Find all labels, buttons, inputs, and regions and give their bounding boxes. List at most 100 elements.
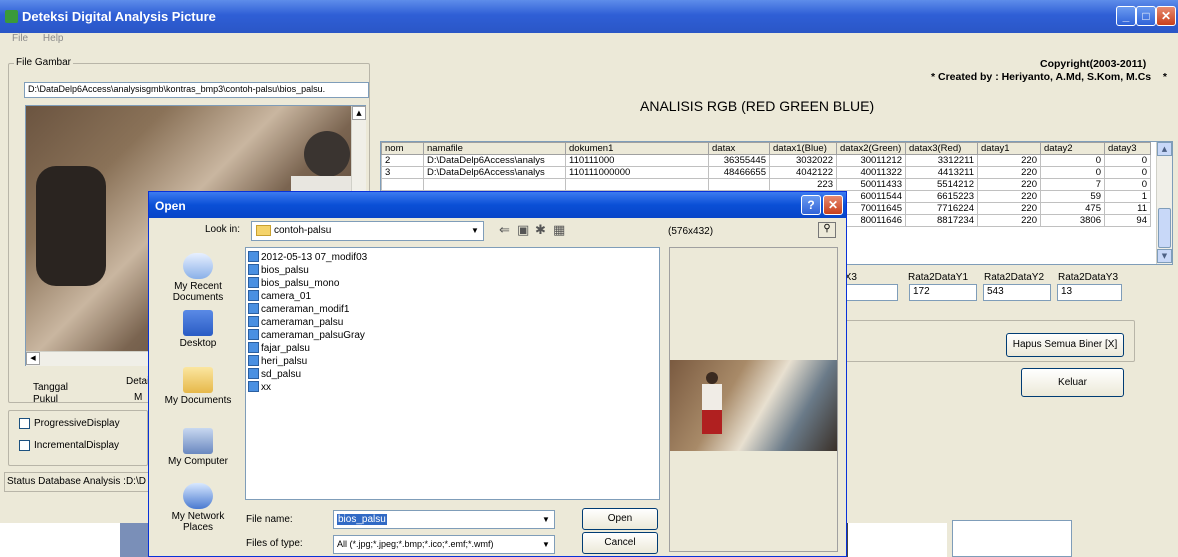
list-item[interactable]: cameraman_palsuGray: [248, 329, 365, 341]
place-my-network-places[interactable]: My Network Places: [161, 483, 235, 533]
table-row[interactable]: 2 D:\DataDelp6Access\analys 110111000 36…: [381, 154, 1151, 167]
help-button[interactable]: ?: [801, 195, 821, 215]
list-item[interactable]: cameraman_palsu: [248, 316, 343, 328]
list-item[interactable]: bios_palsu_mono: [248, 277, 339, 289]
image-file-icon: [248, 251, 259, 262]
place-my-recent-documents[interactable]: My Recent Documents: [161, 253, 235, 303]
title-bar: Deteksi Digital Analysis Picture _ □ ✕: [0, 0, 1178, 33]
grid-header-cell[interactable]: datay3: [1104, 142, 1151, 155]
file-name: camera_01: [261, 291, 312, 302]
progressive-label: ProgressiveDisplay: [34, 418, 120, 429]
chevron-down-icon[interactable]: ▼: [467, 222, 483, 240]
table-cell: 59: [1040, 190, 1105, 203]
place-label: My Documents: [164, 395, 232, 406]
file-name: xx: [261, 382, 271, 393]
menu-help[interactable]: Help: [43, 33, 64, 44]
filetype-select[interactable]: All (*.jpg;*.jpeg;*.bmp;*.ico;*.emf;*.wm…: [333, 535, 555, 554]
table-cell: 220: [977, 178, 1041, 191]
rata2datay3-field[interactable]: 13: [1057, 284, 1122, 301]
table-cell: 220: [977, 202, 1041, 215]
table-cell: 0: [1040, 154, 1105, 167]
bottom-right-panel: [952, 520, 1072, 557]
list-item[interactable]: fajar_palsu: [248, 342, 310, 354]
menu-file[interactable]: File: [12, 33, 28, 44]
chevron-down-icon[interactable]: ▼: [538, 511, 554, 528]
place-my-computer[interactable]: My Computer: [161, 428, 235, 467]
file-path-field[interactable]: D:\DataDelp6Access\analysisgmb\kontras_b…: [24, 82, 369, 98]
table-cell: 110111000: [565, 154, 709, 167]
table-cell: 220: [977, 190, 1041, 203]
file-list[interactable]: 2012-05-13 07_modif03 bios_palsu bios_pa…: [245, 247, 660, 500]
list-item[interactable]: heri_palsu: [248, 355, 307, 367]
list-item[interactable]: camera_01: [248, 290, 311, 302]
chevron-down-icon[interactable]: ▼: [538, 536, 554, 553]
rata2datay2-field[interactable]: 543: [983, 284, 1051, 301]
list-item[interactable]: bios_palsu: [248, 264, 309, 276]
grid-header-cell[interactable]: datax: [708, 142, 770, 155]
view-menu-icon[interactable]: ▦: [553, 223, 565, 238]
list-item[interactable]: cameraman_modif1: [248, 303, 349, 315]
grid-header-cell[interactable]: namafile: [423, 142, 566, 155]
table-cell: 3: [381, 166, 424, 179]
preview-panel: [669, 247, 838, 552]
file-name: bios_palsu_mono: [261, 278, 340, 289]
table-cell: 1: [1104, 190, 1151, 203]
image-file-icon: [248, 342, 259, 353]
grid-header-cell[interactable]: dokumen1: [565, 142, 709, 155]
place-my-documents[interactable]: My Documents: [161, 367, 235, 406]
open-dialog: Open ? ✕ Look in: contoh-palsu ▼ ⇐ ▣ ✱ ▦…: [148, 191, 847, 557]
new-folder-icon[interactable]: ✱: [535, 223, 546, 238]
image-file-icon: [248, 381, 259, 392]
table-cell: 110111000000: [565, 166, 709, 179]
maximize-button[interactable]: □: [1136, 6, 1156, 26]
grid-vscroll[interactable]: ▲ ▼: [1156, 142, 1172, 264]
up-folder-icon[interactable]: ▣: [517, 223, 529, 238]
file-name: 2012-05-13 07_modif03: [261, 252, 368, 263]
grid-header-cell[interactable]: datax2(Green): [836, 142, 906, 155]
image-object: [36, 166, 106, 286]
list-item[interactable]: sd_palsu: [248, 368, 301, 380]
hapus-semua-biner-button[interactable]: Hapus Semua Biner [X]: [1006, 333, 1124, 357]
pukul-label: Pukul: [33, 394, 59, 405]
grid-header-cell[interactable]: datay2: [1040, 142, 1105, 155]
place-desktop[interactable]: Desktop: [161, 310, 235, 349]
filename-label: File name:: [246, 514, 293, 525]
table-cell: 4042122: [769, 166, 837, 179]
grid-header-row: nom namafile dokumen1 datax datax1(Blue)…: [381, 142, 1151, 155]
grid-header-cell[interactable]: datax3(Red): [905, 142, 978, 155]
preview-dimensions: (576x432): [668, 226, 714, 237]
close-button[interactable]: ✕: [1156, 6, 1176, 26]
preview-figure-head: [706, 372, 718, 384]
grid-header-cell[interactable]: datay1: [977, 142, 1041, 155]
minimize-button[interactable]: _: [1116, 6, 1136, 26]
table-row[interactable]: 3 D:\DataDelp6Access\analys 110111000000…: [381, 166, 1151, 179]
filename-value: bios_palsu: [337, 514, 387, 525]
dialog-close-button[interactable]: ✕: [823, 195, 843, 215]
list-item[interactable]: 2012-05-13 07_modif03: [248, 251, 367, 263]
rata2datay3-label: Rata2DataY3: [1058, 272, 1119, 283]
incremental-checkbox[interactable]: [19, 440, 30, 451]
preview-figure-shirt: [702, 384, 722, 410]
grid-header-cell[interactable]: nom: [381, 142, 424, 155]
rata2datay1-field[interactable]: 172: [909, 284, 977, 301]
table-cell: 0: [1104, 154, 1151, 167]
incremental-label: IncrementalDisplay: [34, 440, 120, 451]
back-icon[interactable]: ⇐: [499, 223, 510, 238]
filename-input[interactable]: bios_palsu ▼: [333, 510, 555, 529]
table-row[interactable]: 223 50011433 5514212 220 7 0: [381, 178, 1151, 191]
image-head: [304, 131, 350, 177]
look-in-select[interactable]: contoh-palsu ▼: [251, 221, 484, 241]
list-item[interactable]: xx: [248, 381, 271, 393]
image-file-icon: [248, 316, 259, 327]
file-name: heri_palsu: [261, 356, 308, 367]
preview-magnifier-icon[interactable]: ⚲: [818, 222, 836, 238]
table-cell: 3032022: [769, 154, 837, 167]
keluar-button[interactable]: Keluar: [1021, 368, 1124, 397]
open-button[interactable]: Open: [582, 508, 658, 530]
table-cell: 4413211: [905, 166, 978, 179]
grid-header-cell[interactable]: datax1(Blue): [769, 142, 837, 155]
table-cell: 36355445: [708, 154, 770, 167]
progressive-checkbox[interactable]: [19, 418, 30, 429]
file-name: cameraman_palsuGray: [261, 330, 365, 341]
cancel-button[interactable]: Cancel: [582, 532, 658, 554]
